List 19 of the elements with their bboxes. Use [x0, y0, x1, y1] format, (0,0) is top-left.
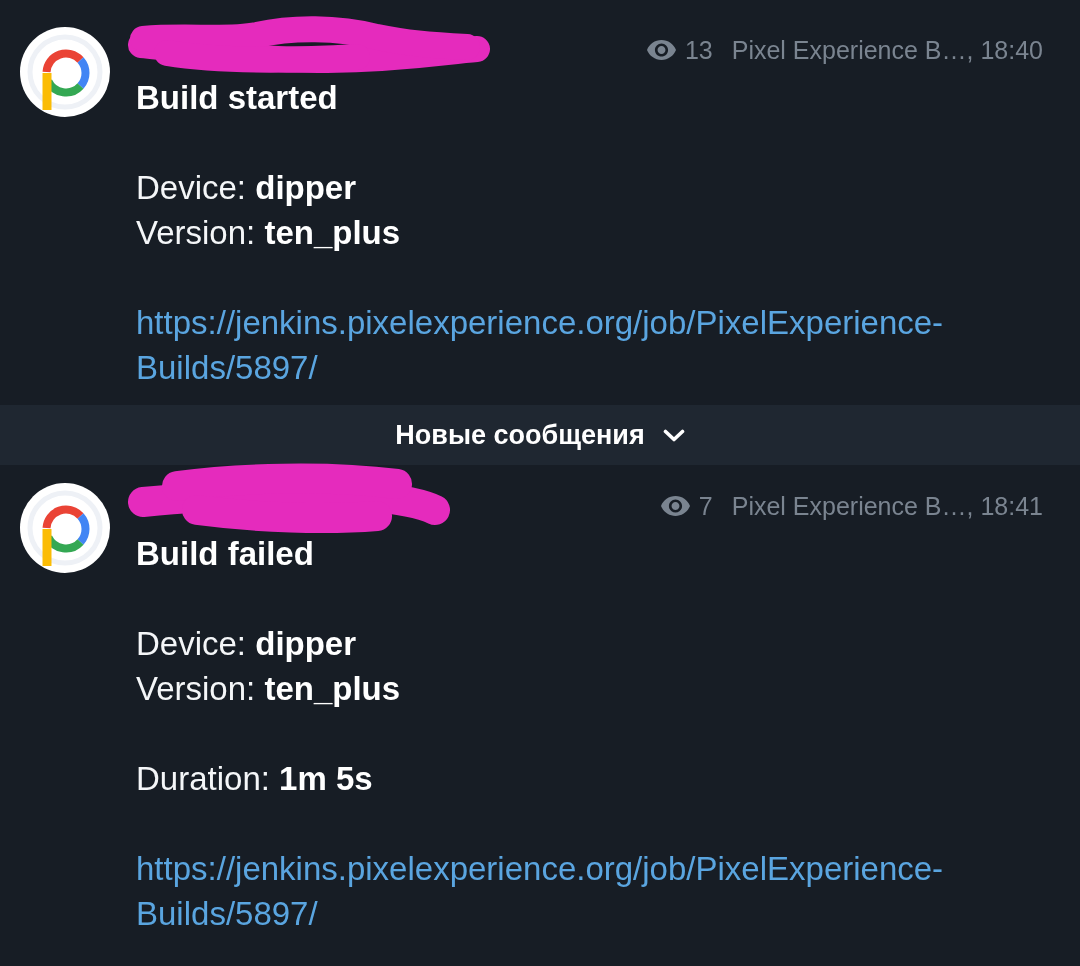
view-count: 13 [684, 35, 713, 65]
message-line: Version: ten_plus [136, 213, 401, 253]
logo-avatar-icon [20, 483, 110, 573]
view-count: 7 [698, 491, 713, 521]
message-title: Build failed [136, 534, 314, 574]
post-signature: Pixel Experience B…, 18:40 [731, 35, 1043, 65]
message-title: Build started [136, 78, 338, 118]
message-line: Device: dipper [136, 168, 357, 208]
post-signature: Pixel Experience B…, 18:41 [731, 491, 1043, 521]
chevron-down-icon [662, 428, 685, 442]
eye-icon [660, 496, 690, 516]
logo-avatar-icon [20, 27, 110, 117]
message-line: Device: dipper [136, 624, 357, 664]
message-line: Duration: 1m 5s [136, 759, 373, 799]
message-line: Version: ten_plus [136, 669, 401, 709]
message-link[interactable]: https://jenkins.pixelexperience.org/job/PixelExperience-Builds/5897/ [136, 846, 1016, 936]
eye-icon [646, 40, 676, 60]
new-messages-label: Новые сообщения [395, 419, 645, 451]
message-link[interactable]: https://jenkins.pixelexperience.org/job/PixelExperience-Builds/5897/ [136, 300, 1016, 390]
